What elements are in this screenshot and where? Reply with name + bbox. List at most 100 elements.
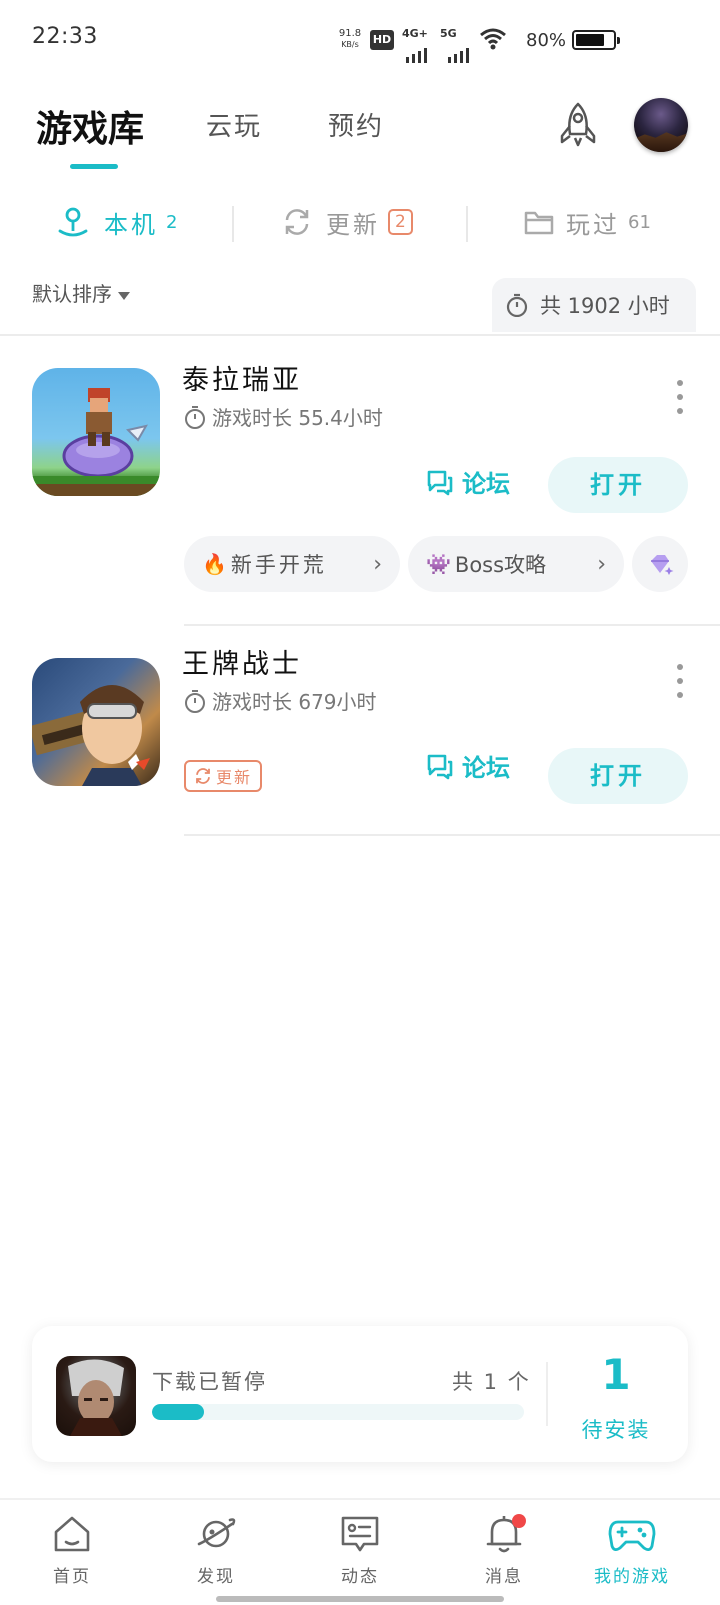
sort-dropdown[interactable]: 默认排序 xyxy=(32,278,130,307)
nav-home[interactable]: 首页 xyxy=(0,1512,144,1587)
update-badge[interactable]: 更新 xyxy=(184,760,263,792)
network-speed: 91.8 KB/s xyxy=(336,28,364,50)
more-guides-chip[interactable] xyxy=(632,536,688,592)
battery-icon xyxy=(572,30,620,50)
bottom-nav-divider xyxy=(0,1498,720,1500)
refresh-icon xyxy=(196,768,210,784)
total-playtime-label: 共 1902 小时 xyxy=(540,294,670,318)
network-speed-value: 91.8 xyxy=(338,28,362,39)
game-title[interactable]: 泰拉瑞亚 xyxy=(182,358,302,397)
chat-card-icon xyxy=(341,1516,379,1552)
forum-icon xyxy=(427,754,453,779)
game-icon-ace-warrior[interactable] xyxy=(32,658,160,786)
chip-label: Boss攻略 xyxy=(454,553,547,577)
nav-messages-label: 消息 xyxy=(485,1567,523,1587)
folder-icon xyxy=(524,211,554,235)
segment-updates[interactable]: 更新 2 xyxy=(282,200,413,244)
pending-install-count[interactable]: 1 xyxy=(566,1350,666,1399)
segment-played-count: 61 xyxy=(628,211,651,233)
sim1-label: 4G+ xyxy=(402,27,428,40)
planet-icon xyxy=(197,1518,236,1548)
gem-sparkle-icon xyxy=(651,555,674,575)
fire-icon: 🔥 xyxy=(202,552,227,576)
nav-messages[interactable]: 消息 xyxy=(432,1512,576,1587)
network-speed-unit: KB/s xyxy=(341,40,359,49)
segment-played-label: 玩过 xyxy=(566,210,620,239)
chip-label: 新手开荒 xyxy=(230,553,327,577)
hd-icon: HD xyxy=(370,30,394,50)
nav-my-games-label: 我的游戏 xyxy=(594,1567,670,1587)
refresh-icon xyxy=(285,209,309,235)
caret-down-icon xyxy=(118,291,130,300)
segment-local-label: 本机 xyxy=(104,210,158,239)
notification-dot xyxy=(512,1514,526,1528)
forum-icon xyxy=(427,470,453,495)
divider xyxy=(0,334,720,336)
chevron-right-icon: › xyxy=(373,551,382,577)
forum-label: 论坛 xyxy=(462,754,510,782)
segment-divider xyxy=(232,206,234,242)
timer-icon xyxy=(185,405,205,429)
timer-icon xyxy=(506,293,528,317)
segment-updates-label: 更新 xyxy=(326,210,380,239)
open-button[interactable]: 打开 xyxy=(548,457,688,513)
battery-percent: 80% xyxy=(526,30,567,51)
sim2-signal-icon: 5G xyxy=(440,27,469,63)
avatar[interactable] xyxy=(634,98,688,152)
divider xyxy=(184,834,720,836)
game-playtime: 游戏时长 55.4小时 xyxy=(184,402,383,431)
pending-install-label[interactable]: 待安装 xyxy=(566,1414,666,1444)
rocket-icon[interactable] xyxy=(553,100,603,150)
status-bar: 22:33 91.8 KB/s HD 4G+ 5G 80% xyxy=(0,0,720,80)
space-invader-icon: 👾 xyxy=(426,552,451,576)
more-options-icon[interactable] xyxy=(677,380,685,422)
game-playtime-label: 游戏时长 55.4小时 xyxy=(212,406,383,430)
nav-discover[interactable]: 发现 xyxy=(144,1512,288,1587)
timer-icon xyxy=(185,689,205,713)
download-card[interactable]: 下载已暂停 共 1 个 1 待安装 xyxy=(32,1326,688,1462)
nav-home-label: 首页 xyxy=(53,1567,91,1587)
update-badge-label: 更新 xyxy=(216,768,253,787)
home-icon xyxy=(54,1516,90,1552)
sim1-signal-icon: 4G+ xyxy=(402,27,428,63)
game-title[interactable]: 王牌战士 xyxy=(182,642,302,681)
tab-game-library[interactable]: 游戏库 xyxy=(36,100,144,152)
tab-reservations[interactable]: 预约 xyxy=(328,106,384,143)
sort-label: 默认排序 xyxy=(32,282,112,306)
game-icon-terraria[interactable] xyxy=(32,368,160,496)
gamepad-icon xyxy=(608,1520,656,1551)
wifi-icon xyxy=(480,28,506,50)
game-playtime-label: 游戏时长 679小时 xyxy=(212,690,377,714)
chevron-right-icon: › xyxy=(597,551,606,577)
more-options-icon[interactable] xyxy=(677,664,685,706)
forum-button[interactable]: 论坛 xyxy=(426,464,510,499)
game-playtime: 游戏时长 679小时 xyxy=(184,686,377,715)
download-game-thumbnail xyxy=(56,1356,136,1436)
guide-chip-boss[interactable]: 👾 Boss攻略 › xyxy=(408,536,624,592)
guide-chip-beginner[interactable]: 🔥 新手开荒 › xyxy=(184,536,400,592)
segment-played[interactable]: 玩过 61 xyxy=(524,200,651,244)
segment-local-count: 2 xyxy=(166,211,178,233)
open-button[interactable]: 打开 xyxy=(548,748,688,804)
total-playtime: 共 1902 小时 xyxy=(492,278,696,332)
segment-divider xyxy=(466,206,468,242)
divider xyxy=(184,624,720,626)
divider xyxy=(546,1362,548,1426)
nav-feed-label: 动态 xyxy=(341,1567,379,1587)
download-progress-bar xyxy=(152,1404,524,1420)
home-indicator[interactable] xyxy=(216,1596,504,1602)
download-status: 下载已暂停 xyxy=(152,1370,267,1394)
nav-feed[interactable]: 动态 xyxy=(288,1512,432,1587)
nav-my-games[interactable]: 我的游戏 xyxy=(560,1512,704,1587)
download-count: 共 1 个 xyxy=(452,1370,531,1394)
nav-discover-label: 发现 xyxy=(197,1567,235,1587)
forum-button[interactable]: 论坛 xyxy=(426,748,510,783)
forum-label: 论坛 xyxy=(462,470,510,498)
active-tab-indicator xyxy=(70,164,118,169)
status-time: 22:33 xyxy=(32,24,98,49)
local-device-icon xyxy=(58,207,88,237)
tab-cloud-play[interactable]: 云玩 xyxy=(206,106,262,143)
segment-updates-count: 2 xyxy=(388,209,413,235)
sim2-label: 5G xyxy=(440,27,457,40)
segment-local[interactable]: 本机 2 xyxy=(56,200,177,244)
